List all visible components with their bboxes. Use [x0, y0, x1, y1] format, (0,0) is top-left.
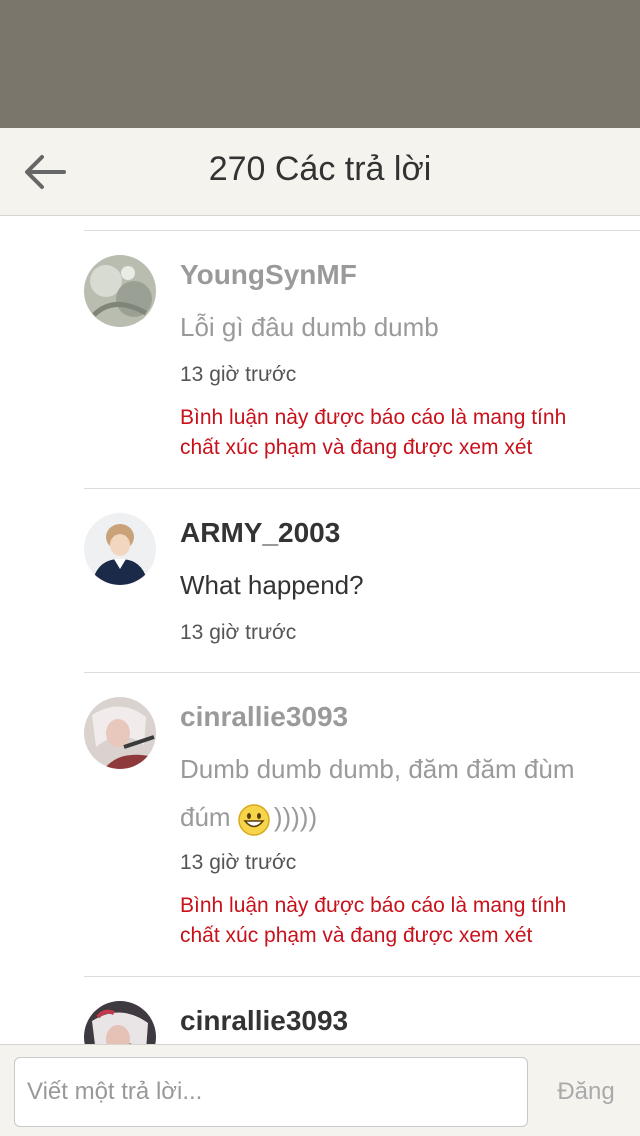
avatar[interactable] — [84, 1001, 156, 1044]
report-notice: Bình luận này được báo cáo là mang tính … — [180, 894, 567, 947]
grinning-face-emoji-icon — [238, 803, 270, 836]
post-button[interactable]: Đăng — [540, 1057, 632, 1127]
comment-username[interactable]: YoungSynMF — [180, 259, 357, 291]
comment-username[interactable]: cinrallie3093 — [180, 1005, 348, 1037]
reply-input[interactable] — [14, 1057, 528, 1127]
avatar[interactable] — [84, 697, 156, 769]
header-bar: 270 Các trả lời — [0, 128, 640, 216]
comment-username[interactable]: ARMY_2003 — [180, 517, 340, 549]
comment-timestamp: 13 giờ trước — [180, 621, 297, 644]
divider — [84, 672, 640, 673]
report-notice: Bình luận này được báo cáo là mang tính … — [180, 406, 567, 459]
avatar[interactable] — [84, 255, 156, 327]
comment-text-fragment: ))))) — [273, 802, 318, 832]
comment-timestamp: 13 giờ trước — [180, 363, 297, 386]
comment-timestamp: 13 giờ trước — [180, 851, 297, 874]
status-area — [0, 0, 640, 128]
avatar[interactable] — [84, 513, 156, 585]
comment-username[interactable]: cinrallie3093 — [180, 701, 348, 733]
replies-list[interactable]: YoungSynMF Lỗi gì đâu dumb dumb 13 giờ t… — [0, 217, 640, 1044]
comment-text: What happend? — [180, 570, 364, 600]
divider — [84, 488, 640, 489]
comment-text: Dumb dumb dumb, đăm đăm đùm đúm ))))) — [180, 745, 610, 841]
page-title: 270 Các trả lời — [208, 150, 432, 188]
divider — [84, 230, 640, 231]
reply-bar: Đăng — [0, 1044, 640, 1136]
comment-text-line: đúm ))))) — [180, 793, 610, 841]
comment-text-fragment: đúm — [180, 802, 231, 832]
comment-text: Lỗi gì đâu dumb dumb — [180, 312, 439, 342]
divider — [84, 976, 640, 977]
comment-text-line: Dumb dumb dumb, đăm đăm đùm — [180, 754, 575, 784]
